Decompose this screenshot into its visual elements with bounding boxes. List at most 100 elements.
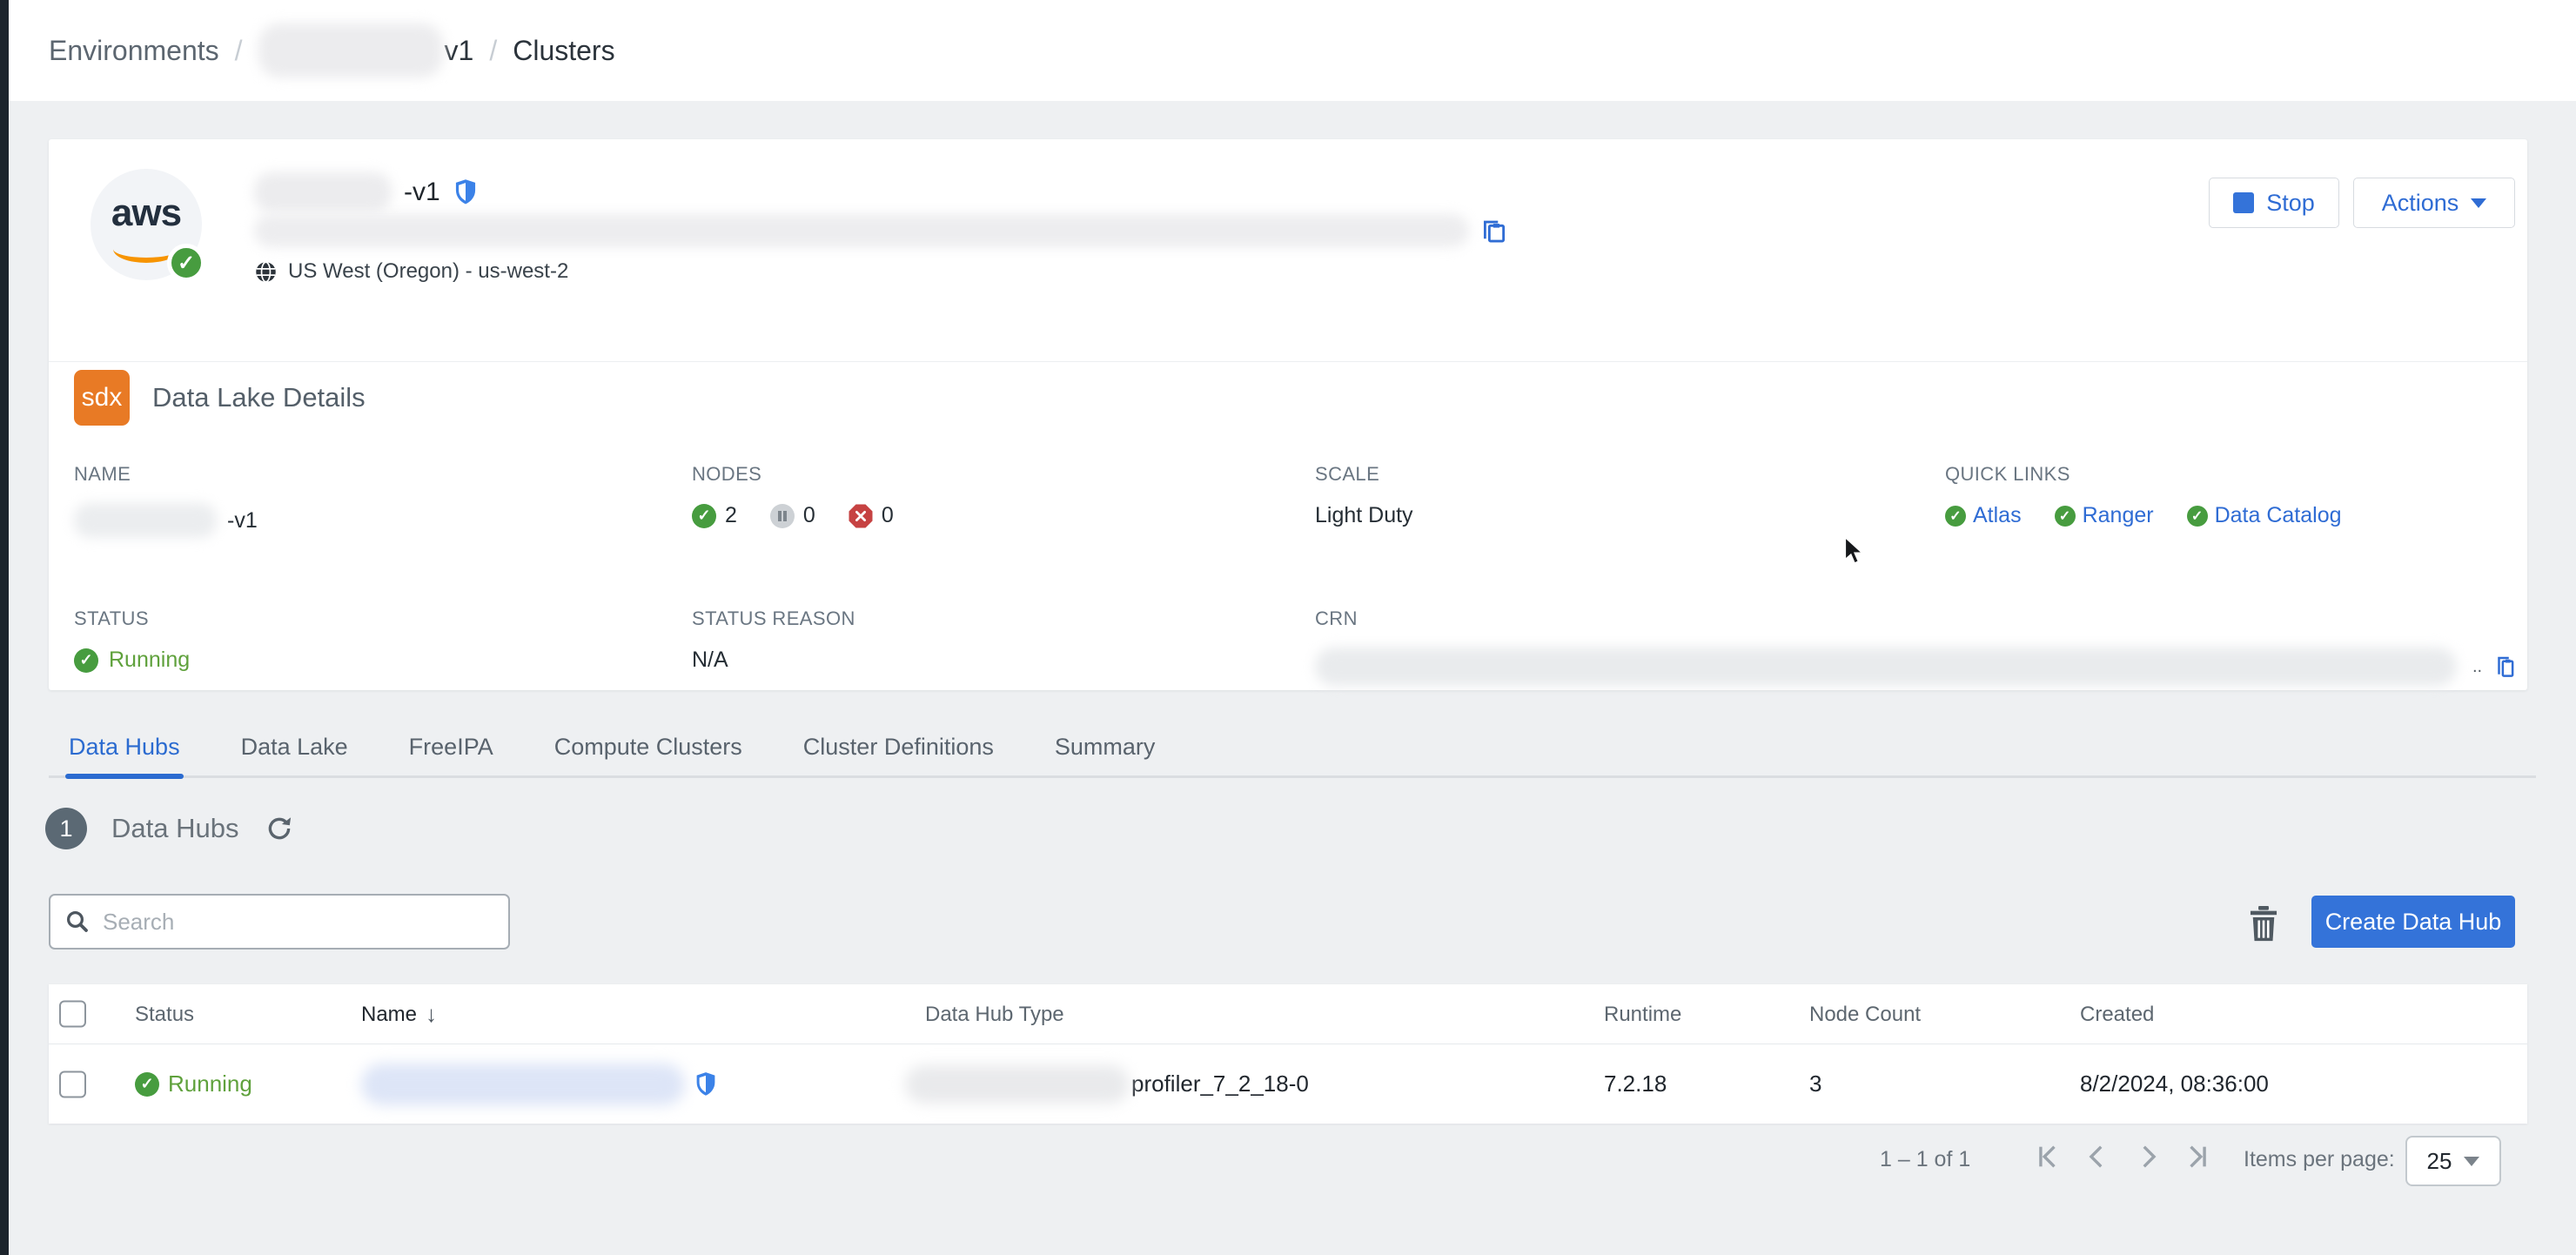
data-hubs-table: Status Name ↓ Data Hub Type Runtime Node… [49,984,2527,1124]
field-scale: SCALE Light Duty [1315,463,1379,486]
tab-freeipa[interactable]: FreeIPA [409,721,493,775]
first-page-icon [2032,1142,2062,1171]
quick-link-ranger[interactable]: ✓ Ranger [2055,503,2154,528]
quick-links-label: QUICK LINKS [1945,463,2070,486]
ranger-link-label: Ranger [2083,503,2154,528]
environment-description-row [254,214,1509,247]
nodes-running-count: 2 [725,503,737,528]
shield-icon [453,178,479,206]
data-lake-heading: Data Lake Details [152,382,366,413]
nodes-stopped-pause-icon [770,504,795,528]
refresh-icon [265,814,294,843]
screen: Environments / v1 / Clusters aws ✓ -v1 [0,0,2576,1255]
breadcrumb-separator: / [235,35,243,67]
card-divider [49,361,2527,362]
ranger-check-icon: ✓ [2055,506,2076,527]
breadcrumb-environment-suffix[interactable]: v1 [445,35,474,67]
create-data-hub-button[interactable]: Create Data Hub [2311,896,2515,948]
crn-value: .. [1315,648,2519,686]
row-status-cell: ✓ Running [135,1044,252,1124]
items-per-page-select[interactable]: 25 [2405,1136,2501,1186]
tab-compute-clusters[interactable]: Compute Clusters [554,721,742,775]
status-running-text: Running [109,648,190,673]
scale-value: Light Duty [1315,503,1413,528]
data-catalog-check-icon: ✓ [2187,506,2208,527]
data-hubs-heading: Data Hubs [111,813,238,844]
column-header-node-count[interactable]: Node Count [1809,984,1921,1044]
search-icon [64,909,91,935]
redacted-environment-description [254,214,1469,247]
copy-description-icon[interactable] [1479,216,1509,245]
row-status-text: Running [168,1070,252,1097]
breadcrumb-separator: / [489,35,497,67]
nodes-stopped-count: 0 [803,503,815,528]
atlas-check-icon: ✓ [1945,506,1966,527]
row-shield-icon [694,1071,718,1097]
column-header-name[interactable]: Name ↓ [361,984,437,1044]
column-header-created[interactable]: Created [2080,984,2154,1044]
nodes-value: ✓ 2 0 0 [692,503,916,528]
stop-button[interactable]: Stop [2209,178,2339,228]
row-name-cell [361,1044,718,1124]
tab-cluster-definitions[interactable]: Cluster Definitions [803,721,994,775]
status-label: STATUS [74,607,149,630]
actions-button-label: Actions [2382,190,2459,217]
redacted-data-hub-name-link[interactable] [361,1064,685,1105]
field-name: NAME -v1 [74,463,131,486]
trash-icon [2245,903,2282,943]
next-page-button[interactable] [2133,1142,2163,1171]
field-status: STATUS ✓ Running [74,607,149,630]
chevron-down-icon [2471,198,2486,208]
first-page-button[interactable] [2032,1142,2062,1171]
tab-data-hubs[interactable]: Data Hubs [69,721,180,775]
actions-button[interactable]: Actions [2353,178,2515,228]
sdx-icon: sdx [74,370,130,426]
data-lake-header: sdx Data Lake Details [74,370,366,426]
search-input[interactable] [103,909,494,936]
row-node-count-cell: 3 [1809,1044,1821,1124]
copy-crn-icon[interactable] [2492,654,2519,680]
column-header-status[interactable]: Status [135,984,194,1044]
chevron-right-icon [2133,1142,2163,1171]
delete-button[interactable] [2245,903,2282,948]
data-hubs-section-heading: 1 Data Hubs [45,808,294,849]
cluster-tabs: Data Hubs Data Lake FreeIPA Compute Clus… [49,721,2536,778]
table-header-row: Status Name ↓ Data Hub Type Runtime Node… [49,984,2527,1044]
tab-summary[interactable]: Summary [1055,721,1156,775]
table-row: ✓ Running profiler_7_2_18-0 7.2.18 3 8/2… [49,1044,2527,1124]
refresh-button[interactable] [265,814,294,843]
sort-descending-icon: ↓ [426,1001,437,1028]
aws-logo-text: aws [91,191,202,235]
pagination-nav [2032,1142,2213,1171]
items-per-page-label: Items per page: [2244,1147,2395,1172]
page-background: aws ✓ -v1 [9,101,2576,1255]
column-header-runtime[interactable]: Runtime [1604,984,1681,1044]
environment-status-check-icon: ✓ [167,244,205,282]
select-all-checkbox[interactable] [59,1001,86,1028]
left-nav-edge [0,0,9,1255]
status-check-icon: ✓ [74,648,98,673]
last-page-button[interactable] [2184,1142,2213,1171]
aws-provider-logo: aws ✓ [91,169,202,280]
nodes-failed-icon [849,504,873,528]
search-box [49,894,510,950]
quick-links-value: ✓ Atlas ✓ Ranger ✓ Data Catalog [1945,503,2365,528]
column-header-data-hub-type[interactable]: Data Hub Type [925,984,1064,1044]
quick-link-atlas[interactable]: ✓ Atlas [1945,503,2022,528]
row-checkbox[interactable] [59,1070,86,1097]
environment-title-row: -v1 [254,172,479,212]
tab-data-lake[interactable]: Data Lake [241,721,348,775]
status-reason-value: N/A [692,648,728,673]
row-runtime-cell: 7.2.18 [1604,1044,1667,1124]
nodes-running-group: ✓ 2 [692,503,737,528]
status-reason-label: STATUS REASON [692,607,855,630]
previous-page-button[interactable] [2083,1142,2112,1171]
stop-button-label: Stop [2266,190,2315,217]
column-header-name-label: Name [361,1003,417,1027]
breadcrumb-clusters: Clusters [513,35,614,67]
field-status-reason: STATUS REASON N/A [692,607,855,630]
redacted-data-hub-type-prefix [905,1065,1130,1104]
redacted-data-lake-name [74,503,217,538]
breadcrumb-environments[interactable]: Environments [49,35,219,67]
quick-link-data-catalog[interactable]: ✓ Data Catalog [2187,503,2342,528]
